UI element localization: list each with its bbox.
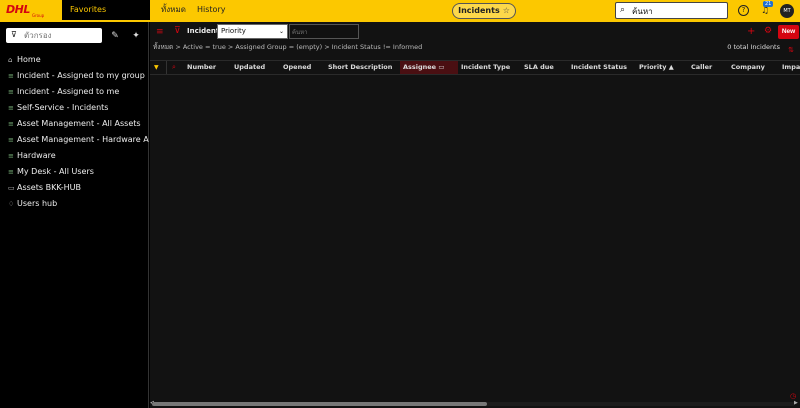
sidebar-nav: ⌂ Home ≡ Incident - Assigned to my group ≡… bbox=[0, 52, 149, 212]
sort-icon[interactable]: ⇅ bbox=[788, 46, 794, 54]
chevron-down-icon: ⌄ bbox=[278, 28, 284, 35]
sidebar-filter[interactable]: ⊽ bbox=[6, 28, 102, 43]
top-navigation-bar: DHL Group Favorites ทั้งหมด History Inci… bbox=[0, 0, 800, 22]
list-icon: ≡ bbox=[8, 104, 14, 112]
list-toolbar: ≡ ⊽ Incidents Priority ⌄ + ⚙ New ทั้งหมด… bbox=[150, 22, 800, 60]
sidebar: ⊽ ✎ ✦ ⌂Home ≡Incident - Assigned to my g… bbox=[0, 22, 149, 408]
col-impact[interactable]: Impac bbox=[782, 61, 800, 74]
col-number[interactable]: Number bbox=[187, 61, 216, 74]
sidebar-item-home[interactable]: ⌂ Home bbox=[0, 52, 149, 68]
global-search-input[interactable] bbox=[632, 5, 722, 17]
list-search-input[interactable] bbox=[292, 26, 358, 38]
sidebar-item-self-service[interactable]: ≡ Self-Service - Incidents bbox=[0, 100, 149, 116]
home-icon: ⌂ bbox=[8, 56, 13, 64]
column-options-icon[interactable]: ▼ bbox=[154, 61, 159, 74]
col-updated[interactable]: Updated bbox=[234, 61, 265, 74]
list-icon: ≡ bbox=[8, 88, 14, 96]
list-icon: ≡ bbox=[8, 136, 14, 144]
horizontal-scrollbar[interactable] bbox=[152, 402, 794, 406]
col-assignee[interactable]: Assignee ▭ bbox=[400, 61, 458, 74]
logo-subtext: Group bbox=[32, 13, 45, 18]
col-company[interactable]: Company bbox=[731, 61, 765, 74]
column-separator bbox=[166, 61, 167, 74]
tab-all[interactable]: ทั้งหมด bbox=[161, 0, 186, 22]
total-count: 0 total Incidents bbox=[727, 43, 780, 51]
sidebar-item-incident-my-group[interactable]: ≡ Incident - Assigned to my group bbox=[0, 68, 149, 84]
breadcrumb[interactable]: ทั้งหมด > Active = true > Assigned Group… bbox=[153, 42, 422, 52]
filter-icon: ⊽ bbox=[11, 30, 17, 39]
edit-icon[interactable]: ✎ bbox=[109, 30, 121, 42]
search-icon[interactable]: ⌕ bbox=[172, 61, 176, 74]
col-caller[interactable]: Caller bbox=[691, 61, 712, 74]
logo-text: DHL bbox=[6, 3, 30, 16]
avatar[interactable]: MT bbox=[780, 4, 794, 18]
help-icon[interactable]: ? bbox=[738, 5, 749, 16]
pin-icon[interactable]: ✦ bbox=[130, 30, 142, 42]
list-icon: ≡ bbox=[8, 72, 14, 80]
star-icon[interactable]: ☆ bbox=[503, 6, 510, 15]
list-icon: ≡ bbox=[8, 120, 14, 128]
field-select[interactable]: Priority ⌄ bbox=[217, 24, 288, 39]
col-sla-due[interactable]: SLA due bbox=[524, 61, 554, 74]
tab-favorites[interactable]: Favorites bbox=[62, 0, 150, 22]
col-opened[interactable]: Opened bbox=[283, 61, 311, 74]
list-icon: ≡ bbox=[8, 168, 14, 176]
global-search[interactable]: ⌕ bbox=[615, 2, 728, 19]
dhl-logo[interactable]: DHL Group bbox=[6, 3, 58, 19]
notification-badge: 21 bbox=[763, 1, 774, 7]
new-button[interactable]: New bbox=[778, 25, 799, 39]
column-headers: ▼ ⌕ Number Updated Opened Short Descript… bbox=[150, 60, 800, 75]
current-page-title: Incidents bbox=[458, 6, 500, 15]
dashboard-icon: ▭ bbox=[8, 184, 15, 192]
clock-icon[interactable]: ◷ bbox=[790, 392, 796, 400]
sidebar-item-incident-me[interactable]: ≡ Incident - Assigned to me bbox=[0, 84, 149, 100]
sidebar-item-my-desk[interactable]: ≡ My Desk - All Users bbox=[0, 164, 149, 180]
add-icon[interactable]: + bbox=[747, 26, 755, 37]
bell-icon: ♢ bbox=[8, 200, 15, 208]
list-icon: ≡ bbox=[8, 152, 14, 160]
list-search[interactable] bbox=[289, 24, 359, 39]
sidebar-item-all-assets[interactable]: ≡ Asset Management - All Assets bbox=[0, 116, 149, 132]
current-page-pill[interactable]: Incidents ☆ bbox=[452, 3, 516, 19]
sidebar-item-assets-bkk-hub[interactable]: ▭ Assets BKK-HUB bbox=[0, 180, 149, 196]
sidebar-item-hardware[interactable]: ≡ Hardware bbox=[0, 148, 149, 164]
filter-icon[interactable]: ⊽ bbox=[174, 26, 181, 36]
col-incident-status[interactable]: Incident Status bbox=[571, 61, 627, 74]
scroll-right-icon[interactable]: ▶ bbox=[794, 400, 798, 406]
scrollbar-thumb[interactable] bbox=[152, 402, 487, 406]
hamburger-menu-icon[interactable]: ≡ bbox=[156, 27, 164, 37]
tab-history[interactable]: History bbox=[197, 0, 225, 22]
col-incident-type[interactable]: Incident Type bbox=[461, 61, 510, 74]
sidebar-item-users-hub[interactable]: ♢ Users hub bbox=[0, 196, 149, 212]
search-icon: ⌕ bbox=[620, 5, 626, 15]
col-short-description[interactable]: Short Description bbox=[328, 61, 392, 74]
sidebar-filter-input[interactable] bbox=[24, 30, 98, 41]
sidebar-item-hardware-assets[interactable]: ≡ Asset Management - Hardware As... bbox=[0, 132, 149, 148]
main-content: ≡ ⊽ Incidents Priority ⌄ + ⚙ New ทั้งหมด… bbox=[150, 22, 800, 408]
col-priority[interactable]: Priority ▲ bbox=[639, 61, 674, 74]
gear-icon[interactable]: ⚙ bbox=[764, 26, 772, 36]
folder-icon: ▭ bbox=[438, 63, 445, 71]
